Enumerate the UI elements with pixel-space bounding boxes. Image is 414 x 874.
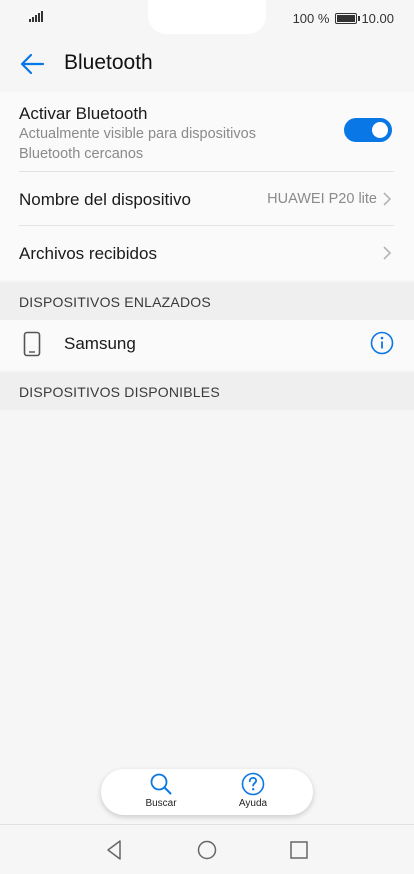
chevron-right-icon	[383, 246, 392, 260]
battery-percent: 100 %	[292, 10, 330, 26]
status-bar: 100 % 10.00	[0, 0, 414, 36]
back-arrow-icon[interactable]	[18, 50, 46, 78]
help-button[interactable]: Ayuda	[223, 772, 283, 814]
search-button-label: Buscar	[145, 798, 177, 809]
received-files-row[interactable]: Archivos recibidos	[0, 226, 414, 280]
nav-recents-icon[interactable]	[288, 839, 310, 861]
info-icon[interactable]	[370, 331, 394, 355]
battery-icon	[335, 12, 361, 24]
paired-device-row[interactable]: Samsung	[0, 320, 414, 370]
signal-icon	[29, 11, 43, 22]
device-name-value: HUAWEI P20 lite	[267, 191, 377, 207]
search-icon	[150, 773, 172, 795]
switch-knob	[372, 122, 388, 138]
bottom-toolbar: Buscar Ayuda	[101, 769, 313, 815]
device-name-label: Nombre del dispositivo	[19, 190, 191, 209]
nav-home-icon[interactable]	[196, 839, 218, 861]
available-devices-header: DISPOSITIVOS DISPONIBLES	[0, 372, 414, 410]
paired-device-name: Samsung	[64, 334, 136, 353]
clock: 10.00	[361, 10, 394, 26]
help-button-label: Ayuda	[238, 798, 268, 809]
nav-back-icon[interactable]	[104, 839, 126, 861]
phone-icon	[23, 331, 41, 357]
page-title: Bluetooth	[64, 51, 153, 74]
device-name-row[interactable]: Nombre del dispositivo HUAWEI P20 lite	[0, 172, 414, 226]
bluetooth-toggle-subtitle: Actualmente visible para dispositivos Bl…	[19, 126, 256, 162]
paired-devices-label: DISPOSITIVOS ENLAZADOS	[19, 294, 211, 310]
bluetooth-switch[interactable]	[344, 118, 392, 142]
chevron-right-icon	[383, 192, 392, 206]
navigation-bar	[0, 824, 414, 874]
search-button[interactable]: Buscar	[131, 772, 191, 814]
help-icon	[241, 772, 265, 796]
camera-notch	[148, 0, 266, 34]
paired-devices-header: DISPOSITIVOS ENLAZADOS	[0, 282, 414, 320]
bluetooth-toggle-row[interactable]: Activar Bluetooth Actualmente visible pa…	[0, 92, 414, 172]
app-bar: Bluetooth	[0, 36, 414, 92]
status-right: 100 % 10.00	[293, 10, 394, 26]
received-files-label: Archivos recibidos	[19, 244, 157, 263]
bluetooth-toggle-title: Activar Bluetooth	[19, 104, 148, 123]
available-devices-label: DISPOSITIVOS DISPONIBLES	[19, 384, 220, 400]
